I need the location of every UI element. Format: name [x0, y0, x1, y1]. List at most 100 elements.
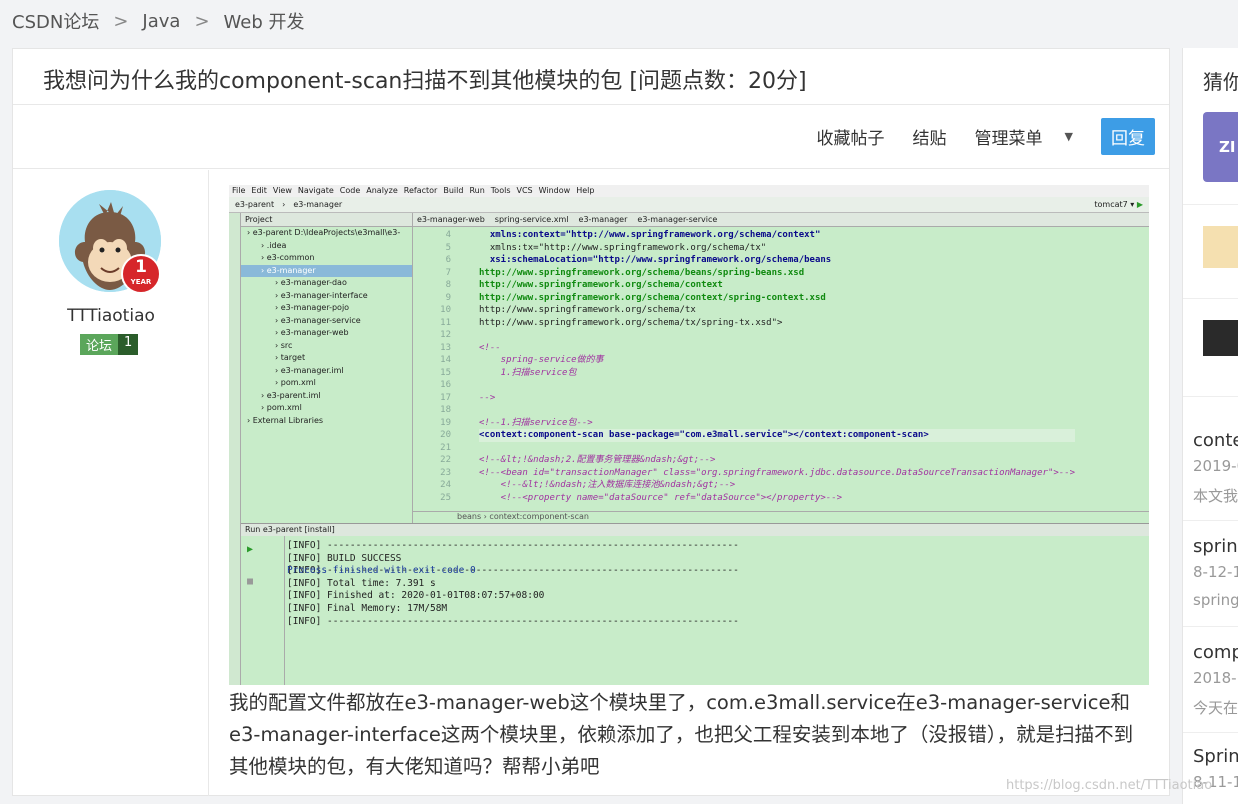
- code-line: <!--&lt;!&ndash;2.配置事务管理器&ndash;&gt;-->: [479, 455, 716, 465]
- recommend-date: 2018-: [1193, 669, 1237, 687]
- nav-crumb: e3-parent: [235, 200, 275, 209]
- code-line: http://www.springframework.org/schema/tx: [479, 305, 696, 315]
- project-tree-item[interactable]: › External Libraries: [241, 415, 412, 428]
- project-tree-item[interactable]: › target: [241, 352, 412, 365]
- run-output: [INFO] ---------------------------------…: [287, 540, 739, 627]
- project-tree-item[interactable]: › e3-manager-web: [241, 327, 412, 340]
- project-tree-item[interactable]: › e3-manager.iml: [241, 365, 412, 378]
- line-number: 15: [440, 367, 451, 378]
- breadcrumb-csdn-forum[interactable]: CSDN论坛: [12, 8, 99, 34]
- project-tree-label: e3-common: [266, 253, 315, 262]
- recommend-thumbnail[interactable]: [1203, 226, 1238, 268]
- project-tree-label: e3-manager-pojo: [280, 303, 350, 312]
- recommend-thumbnail[interactable]: [1203, 320, 1238, 356]
- breadcrumb: CSDN论坛 > Java > Web 开发: [12, 8, 305, 34]
- menu-item[interactable]: Help: [576, 186, 594, 196]
- post-actions: 收藏帖子 结贴 管理菜单 ▼ 回复: [13, 105, 1169, 169]
- level-badge-label: 论坛: [80, 334, 119, 355]
- editor-breadcrumb: beans › context:component-scan: [413, 511, 1149, 523]
- editor-tab[interactable]: e3-manager: [579, 215, 628, 224]
- line-number-gutter: 4 5 6 7 8 9 10 11 12 13 14 15 16 17 18 19 20 21 22 23 24 25: [413, 229, 457, 509]
- project-tree-item[interactable]: › e3-manager: [241, 264, 412, 277]
- code-line: <!--: [479, 342, 501, 353]
- project-tree-item[interactable]: › src: [241, 340, 412, 353]
- project-tree-label: e3-manager-interface: [280, 290, 368, 300]
- code-lines: xmlns:context="http://www.springframewor…: [479, 229, 1076, 504]
- code-line: <!--<bean id="transactionManager" class=…: [479, 467, 1076, 478]
- menu-item[interactable]: Run: [469, 186, 484, 196]
- divider: [1183, 298, 1238, 299]
- project-tree-label: e3-manager-dao: [280, 278, 347, 287]
- divider: [1183, 520, 1238, 521]
- project-tree-label: .idea: [266, 240, 287, 250]
- editor-tabs: e3-manager-web spring-service.xml e3-manag…: [413, 213, 1149, 227]
- recommend-title: comp: [1193, 642, 1238, 663]
- line-number: 10: [440, 305, 451, 315]
- project-tree-item[interactable]: › e3-parent D:\IdeaProjects\e3mall\e3-: [241, 227, 412, 240]
- menu-item[interactable]: Tools: [491, 186, 511, 196]
- menu-item[interactable]: Window: [539, 186, 571, 196]
- recommend-item[interactable]: spring 8-12-1 spring: [1193, 536, 1238, 609]
- project-tree-item[interactable]: › e3-common: [241, 252, 412, 265]
- code-area: 4 5 6 7 8 9 10 11 12 13 14 15 16 17 18 19 20 21 22 23 24 25 x…: [413, 229, 1149, 509]
- project-tree-item[interactable]: › pom.xml: [241, 402, 412, 415]
- project-panel-header: Project: [241, 213, 412, 227]
- menu-item[interactable]: Refactor: [404, 186, 438, 196]
- line-number: 23: [440, 467, 451, 478]
- close-post-button[interactable]: 结贴: [913, 124, 947, 149]
- watermark: https://blog.csdn.net/TTTiaotiao: [1006, 778, 1213, 793]
- breadcrumb-java[interactable]: Java: [142, 11, 180, 32]
- project-tree-item[interactable]: › e3-manager-dao: [241, 277, 412, 290]
- menu-item[interactable]: Code: [340, 186, 360, 196]
- menu-item[interactable]: Build: [443, 186, 463, 196]
- project-tree-label: e3-manager-service: [280, 315, 361, 325]
- line-number: 18: [440, 405, 451, 415]
- favorite-button[interactable]: 收藏帖子: [817, 124, 885, 149]
- line-number: 12: [440, 330, 451, 340]
- menu-item[interactable]: Navigate: [298, 186, 334, 196]
- code-line: -->: [479, 392, 496, 403]
- project-tree-item[interactable]: › .idea: [241, 240, 412, 253]
- run-panel: Run e3-parent [install] ▶ ■ [INFO] -----…: [241, 523, 1149, 685]
- line-number: 22: [440, 455, 451, 465]
- divider: [1183, 732, 1238, 733]
- editor-tab[interactable]: spring-service.xml: [495, 215, 569, 224]
- post-body: 我的配置文件都放在e3-manager-web这个模块里了，com.e3mall…: [229, 691, 1134, 778]
- line-number: 20: [440, 430, 451, 440]
- author-name[interactable]: TTTiaotiao: [13, 306, 209, 326]
- ide-screenshot[interactable]: File Edit View Navigate Code Analyze Refactor B…: [229, 185, 1149, 685]
- recommend-thumbnail-zi[interactable]: ZI: [1203, 112, 1238, 182]
- project-tree-item[interactable]: › e3-manager-interface: [241, 290, 412, 303]
- chevron-down-icon[interactable]: ▼: [1065, 130, 1073, 143]
- menu-item[interactable]: File: [232, 186, 245, 196]
- project-tree-item[interactable]: › pom.xml: [241, 377, 412, 390]
- menu-item[interactable]: Analyze: [366, 186, 398, 196]
- manage-menu-button[interactable]: 管理菜单: [975, 124, 1043, 149]
- code-line: http://www.springframework.org/schema/be…: [479, 267, 805, 278]
- recommend-item[interactable]: comp 2018- 今天在: [1193, 642, 1238, 718]
- project-tree-item[interactable]: › e3-manager-pojo: [241, 302, 412, 315]
- breadcrumb-web-dev[interactable]: Web 开发: [224, 8, 305, 34]
- line-number: 7: [445, 267, 451, 278]
- code-line: http://www.springframework.org/schema/tx…: [479, 317, 783, 328]
- project-tree: › e3-parent D:\IdeaProjects\e3mall\e3- › …: [241, 227, 412, 427]
- project-tree-item[interactable]: › e3-parent.iml: [241, 390, 412, 403]
- code-line: <!--1.扫描service包-->: [479, 417, 593, 428]
- editor-tab[interactable]: e3-manager-service: [637, 215, 717, 224]
- recommend-date: 8-12-1: [1193, 563, 1238, 581]
- code-line: spring-service做的事: [479, 355, 604, 365]
- menu-item[interactable]: Edit: [251, 186, 267, 196]
- run-output-line: [INFO] ---------------------------------…: [287, 615, 739, 627]
- menu-item[interactable]: View: [273, 186, 292, 196]
- editor-tab[interactable]: e3-manager-web: [417, 215, 485, 224]
- recommend-title: spring: [1193, 536, 1238, 557]
- recommend-item[interactable]: conte 2019-0 本文我: [1193, 430, 1238, 506]
- project-tree-label: e3-parent.iml: [266, 390, 321, 400]
- recommend-excerpt: 本文我: [1193, 487, 1238, 505]
- reply-button[interactable]: 回复: [1101, 118, 1155, 155]
- menu-item[interactable]: VCS: [517, 186, 533, 196]
- line-number: 9: [445, 292, 451, 303]
- project-tree-item[interactable]: › e3-manager-service: [241, 315, 412, 328]
- project-tree-label: pom.xml: [266, 403, 302, 412]
- code-line: xmlns:tx="http://www.springframework.org…: [479, 242, 767, 253]
